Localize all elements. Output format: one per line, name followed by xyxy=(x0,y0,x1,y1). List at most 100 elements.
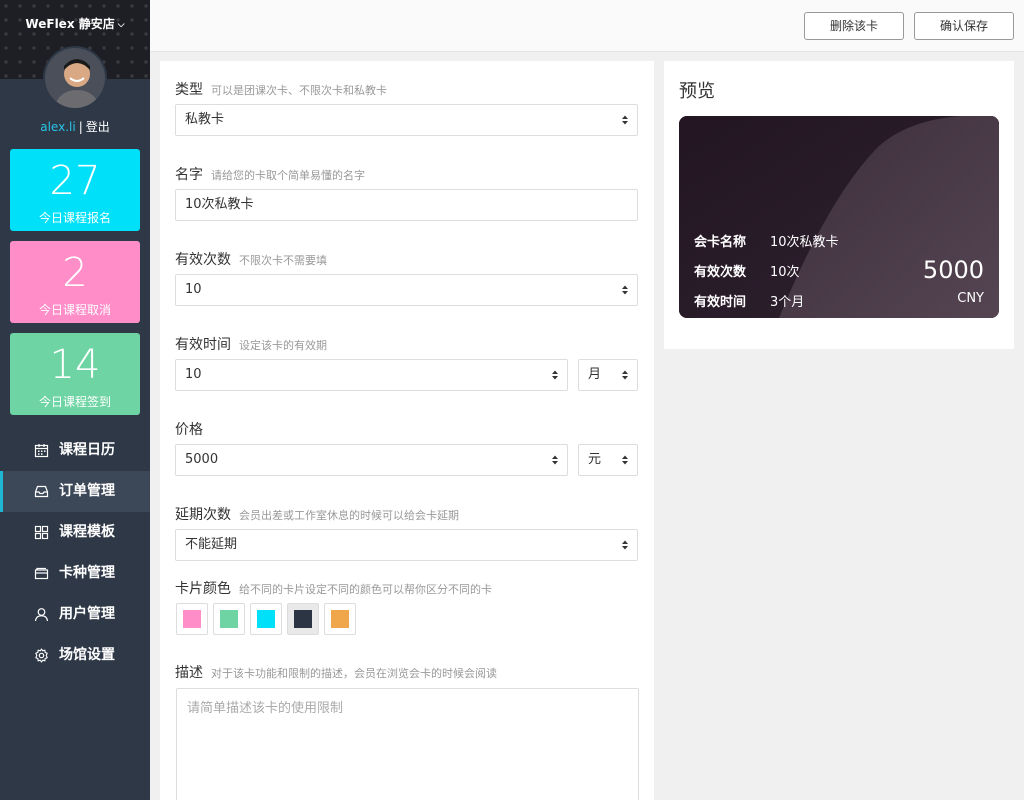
preview-panel: 预览 会卡名称 10次私教卡 有效次数 10次 有效时间 3个月 5000 CN… xyxy=(664,61,1014,349)
name-hint: 请给您的卡取个简单易懂的名字 xyxy=(211,169,365,182)
stat-label: 今日课程报名 xyxy=(38,211,111,225)
store-name: WeFlex 静安店 xyxy=(25,17,115,31)
sidebar-item-calendar[interactable]: 课程日历 xyxy=(0,430,150,471)
type-hint: 可以是团课次卡、不限次卡和私教卡 xyxy=(211,84,387,97)
card-period-value: 3个月 xyxy=(770,295,805,310)
sidebar-nav: 课程日历 订单管理 课程模板 卡种管理 用户管理 场馆设置 xyxy=(0,430,150,676)
count-field-label: 有效次数 不限次卡不需要填 xyxy=(175,249,327,269)
extension-label: 延期次数 xyxy=(175,507,231,523)
price-label: 价格 xyxy=(175,422,203,438)
description-label: 描述 xyxy=(175,665,203,681)
type-select-value: 私教卡 xyxy=(185,112,225,127)
card-count-key: 有效次数 xyxy=(694,265,747,280)
name-label: 名字 xyxy=(175,167,203,183)
card-period-key: 有效时间 xyxy=(694,295,747,310)
stat-card-checkin[interactable]: 14 今日课程签到 xyxy=(10,333,140,415)
color-swatch-cyan[interactable] xyxy=(250,603,282,635)
count-stepper[interactable]: 10 xyxy=(175,274,638,306)
type-label: 类型 xyxy=(175,82,203,98)
select-arrows-icon xyxy=(622,370,628,380)
sidebar-item-orders[interactable]: 订单管理 xyxy=(0,471,150,512)
preview-title: 预览 xyxy=(679,81,715,102)
swatch-fill xyxy=(257,610,275,628)
avatar[interactable] xyxy=(43,46,107,110)
color-swatch-dark[interactable] xyxy=(287,603,319,635)
name-field-label: 名字 请给您的卡取个简单易懂的名字 xyxy=(175,164,365,184)
swatch-fill xyxy=(183,610,201,628)
select-arrows-icon xyxy=(552,370,558,380)
card-price: 5000 xyxy=(922,256,984,284)
logout-link[interactable]: 登出 xyxy=(86,120,110,134)
sidebar-item-users[interactable]: 用户管理 xyxy=(0,594,150,635)
card-period-row: 有效时间 3个月 xyxy=(694,291,804,310)
description-hint: 对于该卡功能和限制的描述，会员在浏览会卡的时候会阅读 xyxy=(211,667,497,680)
sidebar-item-label: 用户管理 xyxy=(59,606,115,622)
color-swatch-orange[interactable] xyxy=(324,603,356,635)
name-input[interactable]: 10次私教卡 xyxy=(175,189,638,221)
swatch-fill xyxy=(294,610,312,628)
period-stepper[interactable]: 10 xyxy=(175,359,568,391)
swatch-fill xyxy=(331,610,349,628)
extension-value: 不能延期 xyxy=(185,537,238,552)
card-count-row: 有效次数 10次 xyxy=(694,261,800,280)
card-form: 类型 可以是团课次卡、不限次卡和私教卡 私教卡 名字 请给您的卡取个简单易懂的名字 … xyxy=(160,61,654,800)
description-field-label: 描述 对于该卡功能和限制的描述，会员在浏览会卡的时候会阅读 xyxy=(175,662,497,682)
stat-label: 今日课程取消 xyxy=(38,303,111,317)
period-label: 有效时间 xyxy=(175,337,231,353)
stat-card-cancel[interactable]: 2 今日课程取消 xyxy=(10,241,140,323)
username-link[interactable]: alex.li xyxy=(40,120,75,134)
card-name-value: 10次私教卡 xyxy=(770,235,839,250)
stat-card-enroll[interactable]: 27 今日课程报名 xyxy=(10,149,140,231)
sidebar-item-templates[interactable]: 课程模板 xyxy=(0,512,150,553)
store-switcher[interactable]: WeFlex 静安店 ⌵ xyxy=(0,15,150,32)
card-name-row: 会卡名称 10次私教卡 xyxy=(694,231,839,250)
card-icon xyxy=(34,567,49,580)
select-arrows-icon xyxy=(622,455,628,465)
confirm-save-button[interactable]: 确认保存 xyxy=(914,12,1014,40)
sidebar-item-label: 卡种管理 xyxy=(59,565,115,581)
sidebar-item-label: 订单管理 xyxy=(59,483,115,499)
color-swatch-pink[interactable] xyxy=(176,603,208,635)
delete-card-button[interactable]: 删除该卡 xyxy=(804,12,904,40)
select-arrows-icon xyxy=(622,285,628,295)
card-count-value: 10次 xyxy=(770,265,800,280)
count-label: 有效次数 xyxy=(175,252,231,268)
stat-value: 27 xyxy=(49,158,101,204)
price-field-label: 价格 xyxy=(175,419,203,439)
color-label: 卡片颜色 xyxy=(175,581,231,597)
color-swatch-green[interactable] xyxy=(213,603,245,635)
sidebar-item-venue-settings[interactable]: 场馆设置 xyxy=(0,635,150,676)
inbox-icon xyxy=(34,485,49,498)
top-toolbar: 删除该卡 确认保存 xyxy=(150,0,1024,52)
count-hint: 不限次卡不需要填 xyxy=(239,254,327,267)
sidebar-item-label: 课程日历 xyxy=(59,442,115,458)
card-name-key: 会卡名称 xyxy=(694,235,747,250)
type-field-label: 类型 可以是团课次卡、不限次卡和私教卡 xyxy=(175,79,387,99)
card-background xyxy=(679,116,999,318)
period-unit-value: 月 xyxy=(588,367,602,382)
extension-hint: 会员出差或工作室休息的时候可以给会卡延期 xyxy=(239,509,459,522)
period-value: 10 xyxy=(185,367,202,382)
grid-icon xyxy=(34,525,49,540)
sidebar: WeFlex 静安店 ⌵ alex.li | 登出 27 今日课程报名 2 今日课程取… xyxy=(0,0,150,800)
color-field-label: 卡片颜色 给不同的卡片设定不同的颜色可以帮你区分不同的卡 xyxy=(175,578,492,598)
sidebar-item-label: 课程模板 xyxy=(59,524,115,540)
sidebar-item-label: 场馆设置 xyxy=(59,647,115,663)
card-currency: CNY xyxy=(957,291,984,306)
stat-label: 今日课程签到 xyxy=(38,395,111,409)
price-stepper[interactable]: 5000 xyxy=(175,444,568,476)
stat-value: 2 xyxy=(62,250,88,296)
sidebar-item-card-types[interactable]: 卡种管理 xyxy=(0,553,150,594)
currency-unit-select[interactable]: 元 xyxy=(578,444,638,476)
period-hint: 设定该卡的有效期 xyxy=(239,339,327,352)
period-unit-select[interactable]: 月 xyxy=(578,359,638,391)
select-arrows-icon xyxy=(622,115,628,125)
select-arrows-icon xyxy=(552,455,558,465)
gear-icon xyxy=(35,648,48,663)
chevron-down-icon: ⌵ xyxy=(117,20,125,30)
user-line: alex.li | 登出 xyxy=(0,118,150,135)
type-select[interactable]: 私教卡 xyxy=(175,104,638,136)
extension-select[interactable]: 不能延期 xyxy=(175,529,638,561)
description-textarea[interactable]: 请简单描述该卡的使用限制 xyxy=(176,688,639,800)
user-icon xyxy=(34,608,49,622)
